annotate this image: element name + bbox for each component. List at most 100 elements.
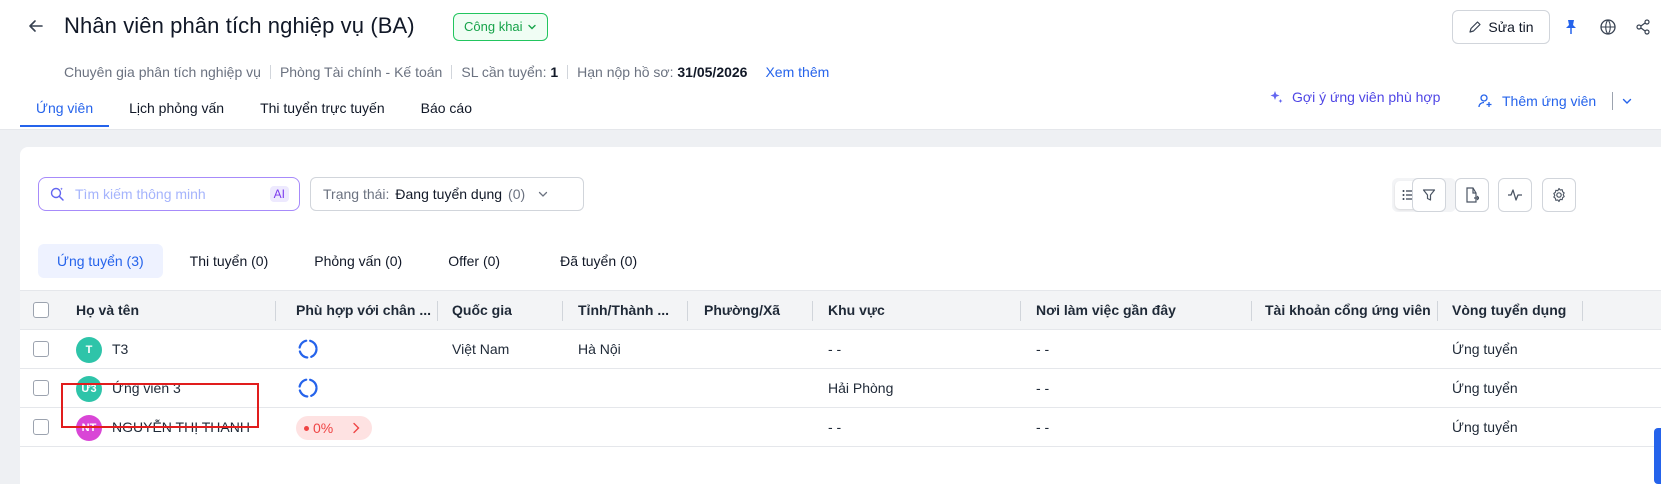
match-score-badge[interactable]: 0% <box>296 416 372 440</box>
job-header: Nhân viên phân tích nghiệp vụ (BA) Công … <box>0 0 1661 130</box>
column-header[interactable]: Nơi làm việc gần đây <box>1036 291 1251 329</box>
recent-work-cell: - - <box>1036 419 1050 435</box>
candidate-name[interactable]: Ứng viên 3 <box>112 369 181 407</box>
filter-icon <box>1422 189 1436 201</box>
tab-online-test[interactable]: Thi tuyển trực tuyến <box>244 96 401 130</box>
meta-deadline-label: Hạn nộp hồ sơ: <box>577 64 674 80</box>
row-checkbox[interactable] <box>33 341 49 357</box>
edit-job-button[interactable]: Sửa tin <box>1452 10 1550 44</box>
stage-tab-applied[interactable]: Ứng tuyển (3) <box>38 244 163 278</box>
stage-tab-hired[interactable]: Đã tuyển (0) <box>541 244 656 278</box>
filter-button[interactable] <box>1412 178 1446 212</box>
chevron-right-icon <box>353 422 360 434</box>
divider <box>567 65 569 79</box>
column-header[interactable]: Khu vực <box>828 291 1028 329</box>
loading-spinner-icon <box>298 339 318 359</box>
export-button[interactable] <box>1455 178 1489 212</box>
activity-button[interactable] <box>1498 178 1532 212</box>
main-tabs: Ứng viên Lịch phỏng vấn Thi tuyển trực t… <box>20 96 492 130</box>
job-meta: Chuyên gia phân tích nghiệp vụ Phòng Tài… <box>64 64 829 80</box>
status-count: (0) <box>508 186 526 202</box>
ai-badge: AI <box>269 186 289 202</box>
chevron-down-icon[interactable] <box>1621 95 1633 107</box>
candidate-name[interactable]: NGUYỄN THỊ THANH <box>112 408 250 446</box>
divider <box>451 65 453 79</box>
country-cell: Việt Nam <box>452 341 510 357</box>
export-file-icon <box>1466 187 1479 203</box>
stage-tab-offer[interactable]: Offer (0) <box>429 244 519 278</box>
divider <box>1612 92 1614 110</box>
recent-work-cell: - - <box>1036 341 1050 357</box>
add-candidate-label: Thêm ứng viên <box>1502 93 1597 109</box>
column-header[interactable]: Họ và tên <box>76 291 276 329</box>
back-arrow-icon[interactable] <box>24 16 48 40</box>
column-header[interactable]: Phù hợp với chân ... <box>296 291 436 329</box>
floating-tab[interactable] <box>1654 428 1661 484</box>
column-divider[interactable] <box>1437 301 1438 321</box>
select-all-checkbox[interactable] <box>33 302 49 318</box>
visibility-dropdown[interactable]: Công khai <box>453 13 548 41</box>
gear-icon <box>1553 187 1565 203</box>
tab-reports[interactable]: Báo cáo <box>405 96 488 130</box>
round-cell: Ứng tuyển <box>1452 419 1518 435</box>
globe-icon[interactable] <box>1597 16 1619 38</box>
column-divider[interactable] <box>1251 301 1252 321</box>
column-header[interactable]: Tỉnh/Thành ... <box>578 291 688 329</box>
column-divider[interactable] <box>562 301 563 321</box>
stage-tab-test[interactable]: Thi tuyển (0) <box>171 244 288 278</box>
column-divider[interactable] <box>1020 301 1021 321</box>
tab-candidates[interactable]: Ứng viên <box>20 96 110 130</box>
visibility-label: Công khai <box>464 19 523 34</box>
avatar: T <box>76 337 102 363</box>
divider <box>269 65 271 79</box>
province-cell: Hà Nội <box>578 341 621 357</box>
column-header[interactable]: Tài khoản cổng ứng viên <box>1265 291 1445 329</box>
row-checkbox[interactable] <box>33 419 49 435</box>
meta-quantity: 1 <box>550 64 559 80</box>
settings-button[interactable] <box>1542 178 1576 212</box>
region-cell: Hải Phòng <box>828 380 894 396</box>
table-row[interactable]: T T3 Việt Nam Hà Nội - - - - Ứng tuyển <box>20 330 1661 369</box>
column-header[interactable]: Phường/Xã <box>704 291 814 329</box>
column-divider[interactable] <box>437 301 438 321</box>
share-icon[interactable] <box>1632 16 1654 38</box>
edit-label: Sửa tin <box>1488 19 1534 35</box>
tab-interview-schedule[interactable]: Lịch phỏng vấn <box>113 96 240 130</box>
suggest-label: Gợi ý ứng viên phù hợp <box>1292 89 1441 105</box>
status-filter-dropdown[interactable]: Trạng thái: Đang tuyển dụng (0) <box>310 177 584 211</box>
column-divider[interactable] <box>687 301 688 321</box>
table-row[interactable]: Ư3 Ứng viên 3 Hải Phòng - - Ứng tuyển <box>20 369 1661 408</box>
sparkle-icon <box>1270 91 1283 103</box>
column-header[interactable]: Vòng tuyển dụng <box>1452 291 1582 329</box>
meta-department: Phòng Tài chính - Kế toán <box>279 64 443 80</box>
match-score: 0% <box>313 420 334 436</box>
candidate-name[interactable]: T3 <box>112 330 128 368</box>
meta-deadline: 31/05/2026 <box>677 64 748 80</box>
column-divider[interactable] <box>812 301 813 321</box>
region-cell: - - <box>828 341 842 357</box>
region-cell: - - <box>828 419 842 435</box>
chevron-down-icon <box>527 24 536 30</box>
suggest-candidates-button[interactable]: Gợi ý ứng viên phù hợp <box>1268 89 1440 105</box>
page-title: Nhân viên phân tích nghiệp vụ (BA) <box>64 13 415 38</box>
avatar: Ư3 <box>76 376 102 402</box>
column-header[interactable]: Quốc gia <box>452 291 562 329</box>
column-divider[interactable] <box>1582 301 1583 321</box>
loading-spinner-icon <box>298 378 318 398</box>
avatar: NT <box>76 415 102 441</box>
add-candidate-button[interactable]: Thêm ứng viên <box>1478 92 1633 110</box>
round-cell: Ứng tuyển <box>1452 341 1518 357</box>
column-divider[interactable] <box>275 301 276 321</box>
pin-icon[interactable] <box>1560 16 1582 38</box>
row-checkbox[interactable] <box>33 380 49 396</box>
candidate-table: Họ và tên Phù hợp với chân ... Quốc gia … <box>20 290 1661 447</box>
round-cell: Ứng tuyển <box>1452 380 1518 396</box>
status-label: Trạng thái: <box>323 186 390 202</box>
stage-tabs: Ứng tuyển (3) Thi tuyển (0) Phỏng vấn (0… <box>38 244 664 278</box>
stage-tab-interview[interactable]: Phỏng vấn (0) <box>295 244 421 278</box>
see-more-link[interactable]: Xem thêm <box>765 64 829 80</box>
chevron-down-icon <box>539 191 548 197</box>
smart-search-input[interactable]: Tìm kiếm thông minh AI <box>38 177 300 211</box>
status-dot <box>304 425 309 431</box>
table-row[interactable]: NT NGUYỄN THỊ THANH 0% - - - - Ứng tuyển <box>20 408 1661 447</box>
